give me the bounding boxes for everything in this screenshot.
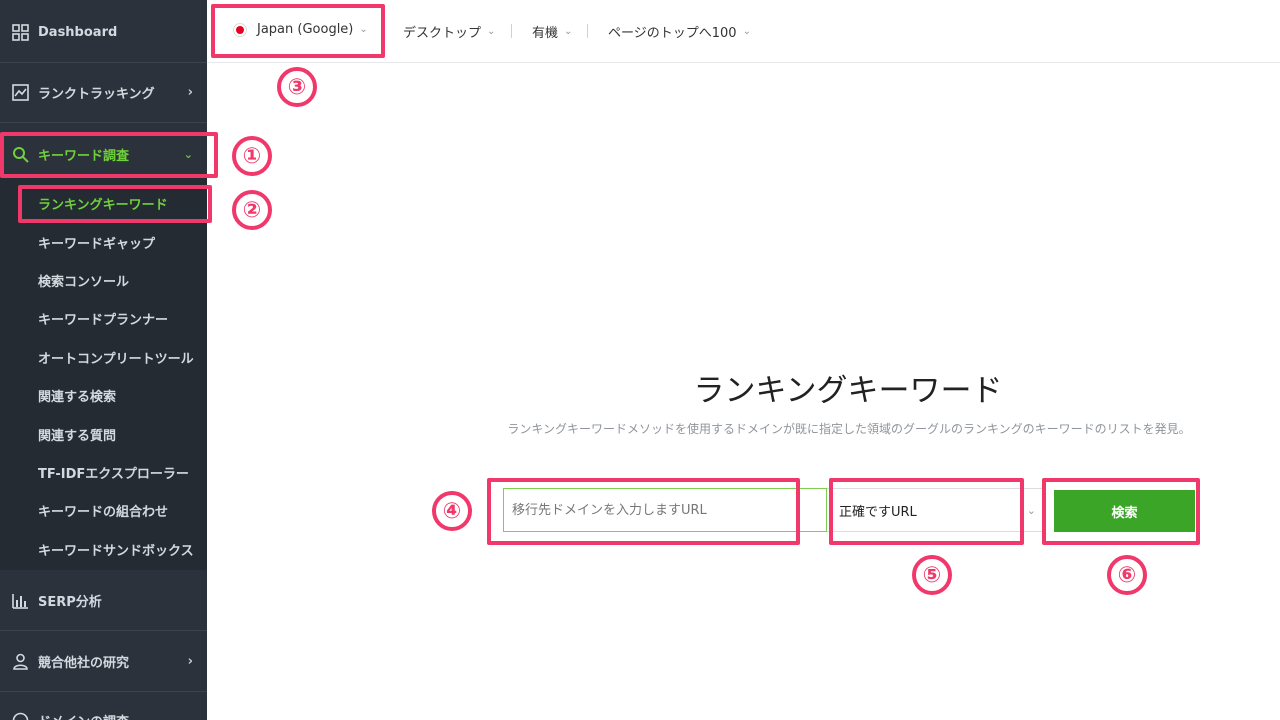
divider xyxy=(0,630,207,631)
sidebar-item-label: ドメインの調査 xyxy=(38,711,129,720)
annotation-badge-4: ④ xyxy=(432,491,472,531)
submenu-item-keyword-sandbox[interactable]: キーワードサンドボックス xyxy=(38,540,194,559)
annotation-badge-1: ① xyxy=(232,136,272,176)
user-icon xyxy=(11,652,29,670)
sidebar-item-label: 競合他社の研究 xyxy=(38,655,130,671)
annotation-badge-5: ⑤ xyxy=(912,555,952,595)
chevron-down-icon: ⌄ xyxy=(1026,503,1036,517)
chevron-down-icon: ⌄ xyxy=(564,26,573,37)
sidebar-item-keyword-research[interactable]: キーワード調査 ⌄ xyxy=(0,144,207,164)
chevron-right-icon: › xyxy=(187,653,193,669)
submenu-item-keyword-gap[interactable]: キーワードギャップ xyxy=(38,233,155,252)
search-button[interactable]: 検索 xyxy=(1054,490,1195,532)
search-icon xyxy=(11,145,29,163)
keyword-research-submenu: ランキングキーワード キーワードギャップ 検索コンソール キーワードプランナー … xyxy=(0,178,207,570)
region-selector[interactable]: Japan (Google) ⌄ xyxy=(233,22,368,37)
divider xyxy=(511,24,512,38)
sidebar-item-serp-analysis[interactable]: SERP分析 xyxy=(0,590,207,610)
sidebar-item-label: SERP分析 xyxy=(38,594,102,610)
annotation-badge-3: ③ xyxy=(277,67,317,107)
page-description: ランキングキーワードメソッドを使用するドメインが既に指定した領域のグーグルのラン… xyxy=(507,422,1191,436)
device-label: デスクトップ xyxy=(403,26,482,41)
depth-label: ページのトップへ100 xyxy=(608,26,737,41)
match-type-value: 正確ですURL xyxy=(839,504,917,520)
chevron-right-icon: › xyxy=(187,84,193,100)
submenu-item-related-questions[interactable]: 関連する質問 xyxy=(38,425,116,444)
dashboard-grid-icon xyxy=(11,23,29,41)
submenu-item-keyword-combinations[interactable]: キーワードの組合わせ xyxy=(38,501,168,520)
page-title: ランキングキーワード xyxy=(693,373,1003,409)
region-label: Japan (Google) xyxy=(257,22,354,37)
annotation-badge-6: ⑥ xyxy=(1107,555,1147,595)
sidebar: Dashboard ランクトラッキング › キーワード調査 ⌄ ランキングキーワ… xyxy=(0,0,207,720)
submenu-item-ranking-keywords[interactable]: ランキングキーワード xyxy=(38,194,168,213)
line-chart-icon xyxy=(11,83,29,101)
divider xyxy=(0,62,207,63)
submenu-item-autocomplete-tool[interactable]: オートコンプリートツール xyxy=(38,348,194,367)
sidebar-item-rank-tracking[interactable]: ランクトラッキング › xyxy=(0,82,207,102)
result-type-selector[interactable]: 有機 ⌄ xyxy=(532,22,572,41)
submenu-item-search-console[interactable]: 検索コンソール xyxy=(38,271,129,290)
chevron-down-icon: ⌄ xyxy=(742,26,751,37)
sidebar-item-label: Dashboard xyxy=(38,24,118,40)
device-selector[interactable]: デスクトップ ⌄ xyxy=(403,22,495,41)
match-type-select[interactable]: 正確ですURL ⌄ xyxy=(827,488,1042,532)
info-circle-icon xyxy=(11,711,29,720)
sidebar-item-label: ランクトラッキング xyxy=(38,86,155,102)
sidebar-item-label: キーワード調査 xyxy=(38,148,130,164)
submenu-item-keyword-planner[interactable]: キーワードプランナー xyxy=(38,309,168,328)
divider xyxy=(587,24,588,38)
top-bar: Japan (Google) ⌄ デスクトップ ⌄ 有機 ⌄ ページのトップへ1… xyxy=(207,0,1280,63)
domain-url-input[interactable] xyxy=(503,488,827,532)
sidebar-item-dashboard[interactable]: Dashboard xyxy=(0,22,207,42)
submenu-item-tfidf-explorer[interactable]: TF-IDFエクスプローラー xyxy=(38,463,189,482)
result-type-label: 有機 xyxy=(532,26,559,41)
chevron-down-icon: ⌄ xyxy=(359,24,368,35)
depth-selector[interactable]: ページのトップへ100 ⌄ xyxy=(608,22,751,41)
annotation-badge-2: ② xyxy=(232,190,272,230)
japan-flag-icon xyxy=(233,22,247,37)
divider xyxy=(0,122,207,123)
sidebar-item-domain-research[interactable]: ドメインの調査 xyxy=(0,710,207,720)
divider xyxy=(0,691,207,692)
chevron-down-icon: ⌄ xyxy=(183,147,193,161)
chevron-down-icon: ⌄ xyxy=(487,26,496,37)
sidebar-item-competitor-research[interactable]: 競合他社の研究 › xyxy=(0,651,207,671)
bar-chart-icon xyxy=(11,591,29,609)
submenu-item-related-searches[interactable]: 関連する検索 xyxy=(38,386,116,405)
